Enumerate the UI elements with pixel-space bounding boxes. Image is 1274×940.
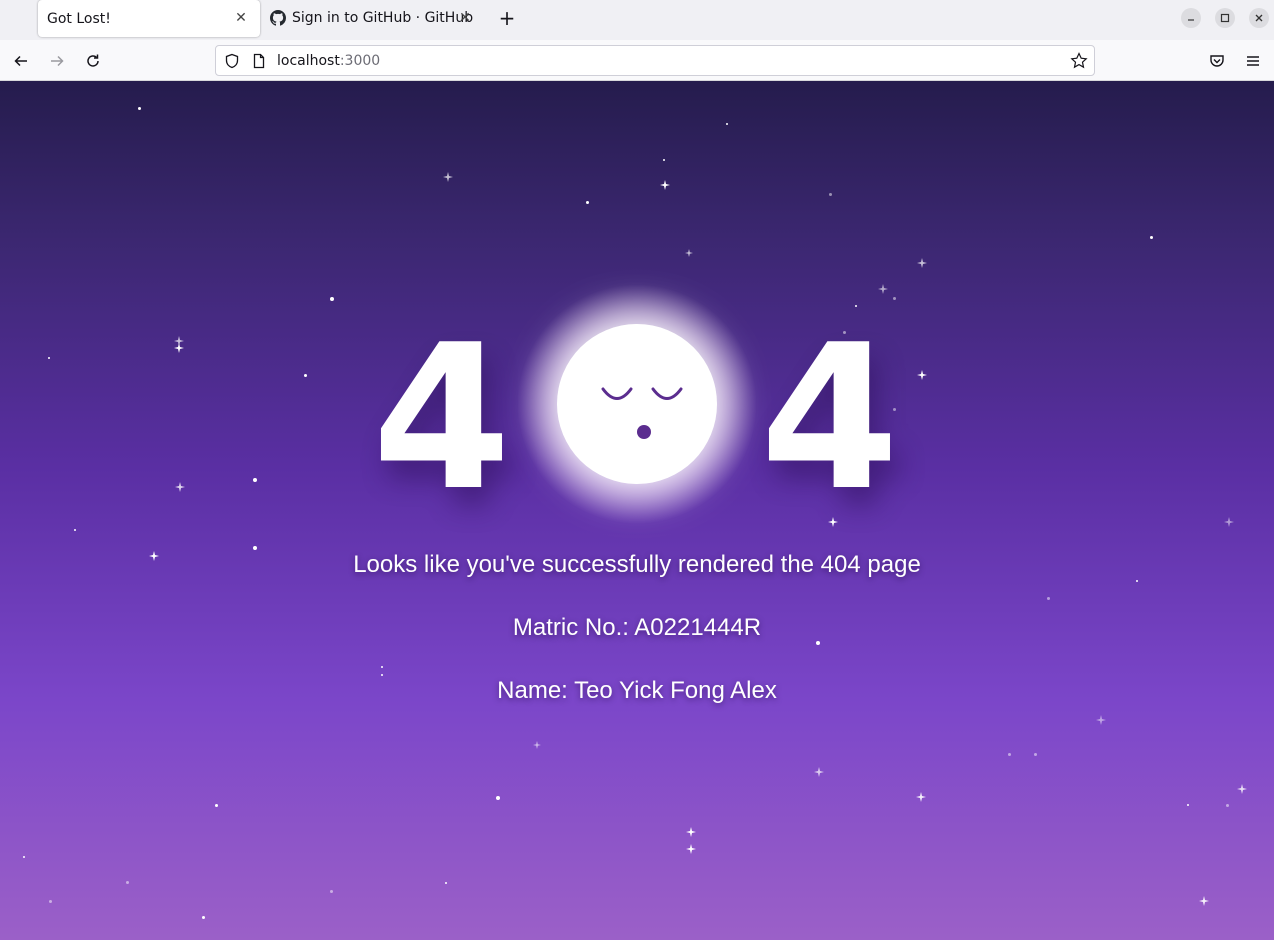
star: [586, 201, 589, 204]
pocket-icon: [1210, 55, 1224, 67]
navigation-toolbar: localhost:3000: [0, 40, 1274, 81]
minimize-window-button[interactable]: [1181, 8, 1201, 28]
star: [49, 900, 52, 903]
tab-title: Got Lost!: [47, 10, 111, 27]
star: [445, 882, 447, 884]
forward-button[interactable]: [45, 49, 69, 73]
sparkle: [686, 827, 696, 837]
close-window-button[interactable]: [1249, 8, 1269, 28]
matric-number: Matric No.: A0221444R: [512, 614, 762, 641]
star: [253, 478, 257, 482]
reload-icon: [87, 54, 99, 67]
maximize-icon: [1220, 13, 1230, 23]
new-tab-button[interactable]: +: [496, 8, 518, 30]
sparkle: [878, 284, 888, 294]
star: [304, 374, 307, 377]
sparkle: [1096, 715, 1106, 725]
star: [1150, 236, 1153, 239]
github-icon: [270, 10, 286, 26]
star: [829, 193, 832, 196]
sparkle: [174, 343, 184, 353]
bookmark-star-icon[interactable]: [1070, 52, 1088, 70]
star: [138, 107, 141, 110]
tab-got-lost[interactable]: Got Lost! ✕: [38, 0, 260, 37]
url-text[interactable]: localhost:3000: [277, 53, 380, 69]
address-bar[interactable]: localhost:3000: [215, 45, 1095, 76]
tab-title: Sign in to GitHub · GitHub: [292, 10, 474, 26]
arrow-left-icon: [14, 55, 27, 67]
star: [202, 916, 205, 919]
sparkle: [1224, 517, 1234, 527]
star: [1187, 804, 1189, 806]
star: [330, 890, 333, 893]
star: [48, 357, 50, 359]
star: [1226, 804, 1229, 807]
pocket-button[interactable]: [1205, 49, 1229, 73]
moon-face: [601, 387, 683, 439]
not-found-message: Looks like you've successfully rendered …: [353, 551, 921, 578]
maximize-window-button[interactable]: [1215, 8, 1235, 28]
sparkle: [917, 370, 927, 380]
sparkle: [686, 844, 696, 854]
sleeping-moon-icon: [557, 324, 717, 484]
arrow-right-icon: [51, 55, 64, 67]
digit-four-left: 4: [372, 302, 512, 535]
tab-bar: Got Lost! ✕ Sign in to GitHub · GitHub ✕…: [0, 0, 1274, 40]
star: [663, 159, 665, 161]
star: [215, 804, 218, 807]
digit-four-right: 4: [760, 302, 900, 535]
page-404: 4 4 Looks like you've successfully rende…: [0, 81, 1274, 940]
sparkle: [175, 482, 185, 492]
shield-icon[interactable]: [224, 53, 240, 69]
star: [1008, 753, 1011, 756]
star: [726, 123, 728, 125]
sparkle: [1237, 784, 1247, 794]
star: [330, 297, 334, 301]
star: [496, 796, 500, 800]
star: [893, 297, 896, 300]
back-button[interactable]: [9, 49, 33, 73]
star: [1034, 753, 1037, 756]
sparkle: [660, 180, 670, 190]
sparkle: [916, 792, 926, 802]
star: [74, 529, 76, 531]
reload-button[interactable]: [81, 49, 105, 73]
close-tab-icon[interactable]: ✕: [232, 9, 250, 27]
sparkle: [685, 249, 693, 257]
tab-github-signin[interactable]: Sign in to GitHub · GitHub ✕: [270, 0, 480, 36]
sparkle: [1199, 896, 1209, 906]
star: [381, 674, 383, 676]
sparkle: [443, 172, 453, 182]
url-port: :3000: [339, 53, 381, 69]
close-tab-icon[interactable]: ✕: [456, 9, 474, 27]
minimize-icon: [1188, 19, 1194, 21]
star: [126, 881, 129, 884]
star: [253, 546, 257, 550]
star: [1136, 580, 1138, 582]
menu-button[interactable]: [1241, 49, 1265, 73]
student-name: Name: Teo Yick Fong Alex: [497, 677, 777, 704]
star: [381, 666, 383, 668]
close-icon: [1255, 14, 1263, 22]
star: [1047, 597, 1050, 600]
url-host: localhost: [277, 53, 340, 69]
star: [23, 856, 25, 858]
sparkle: [917, 258, 927, 268]
hamburger-menu-icon: [1247, 56, 1259, 66]
page-icon[interactable]: [251, 53, 267, 69]
sparkle: [814, 767, 824, 777]
sparkle: [533, 741, 541, 749]
